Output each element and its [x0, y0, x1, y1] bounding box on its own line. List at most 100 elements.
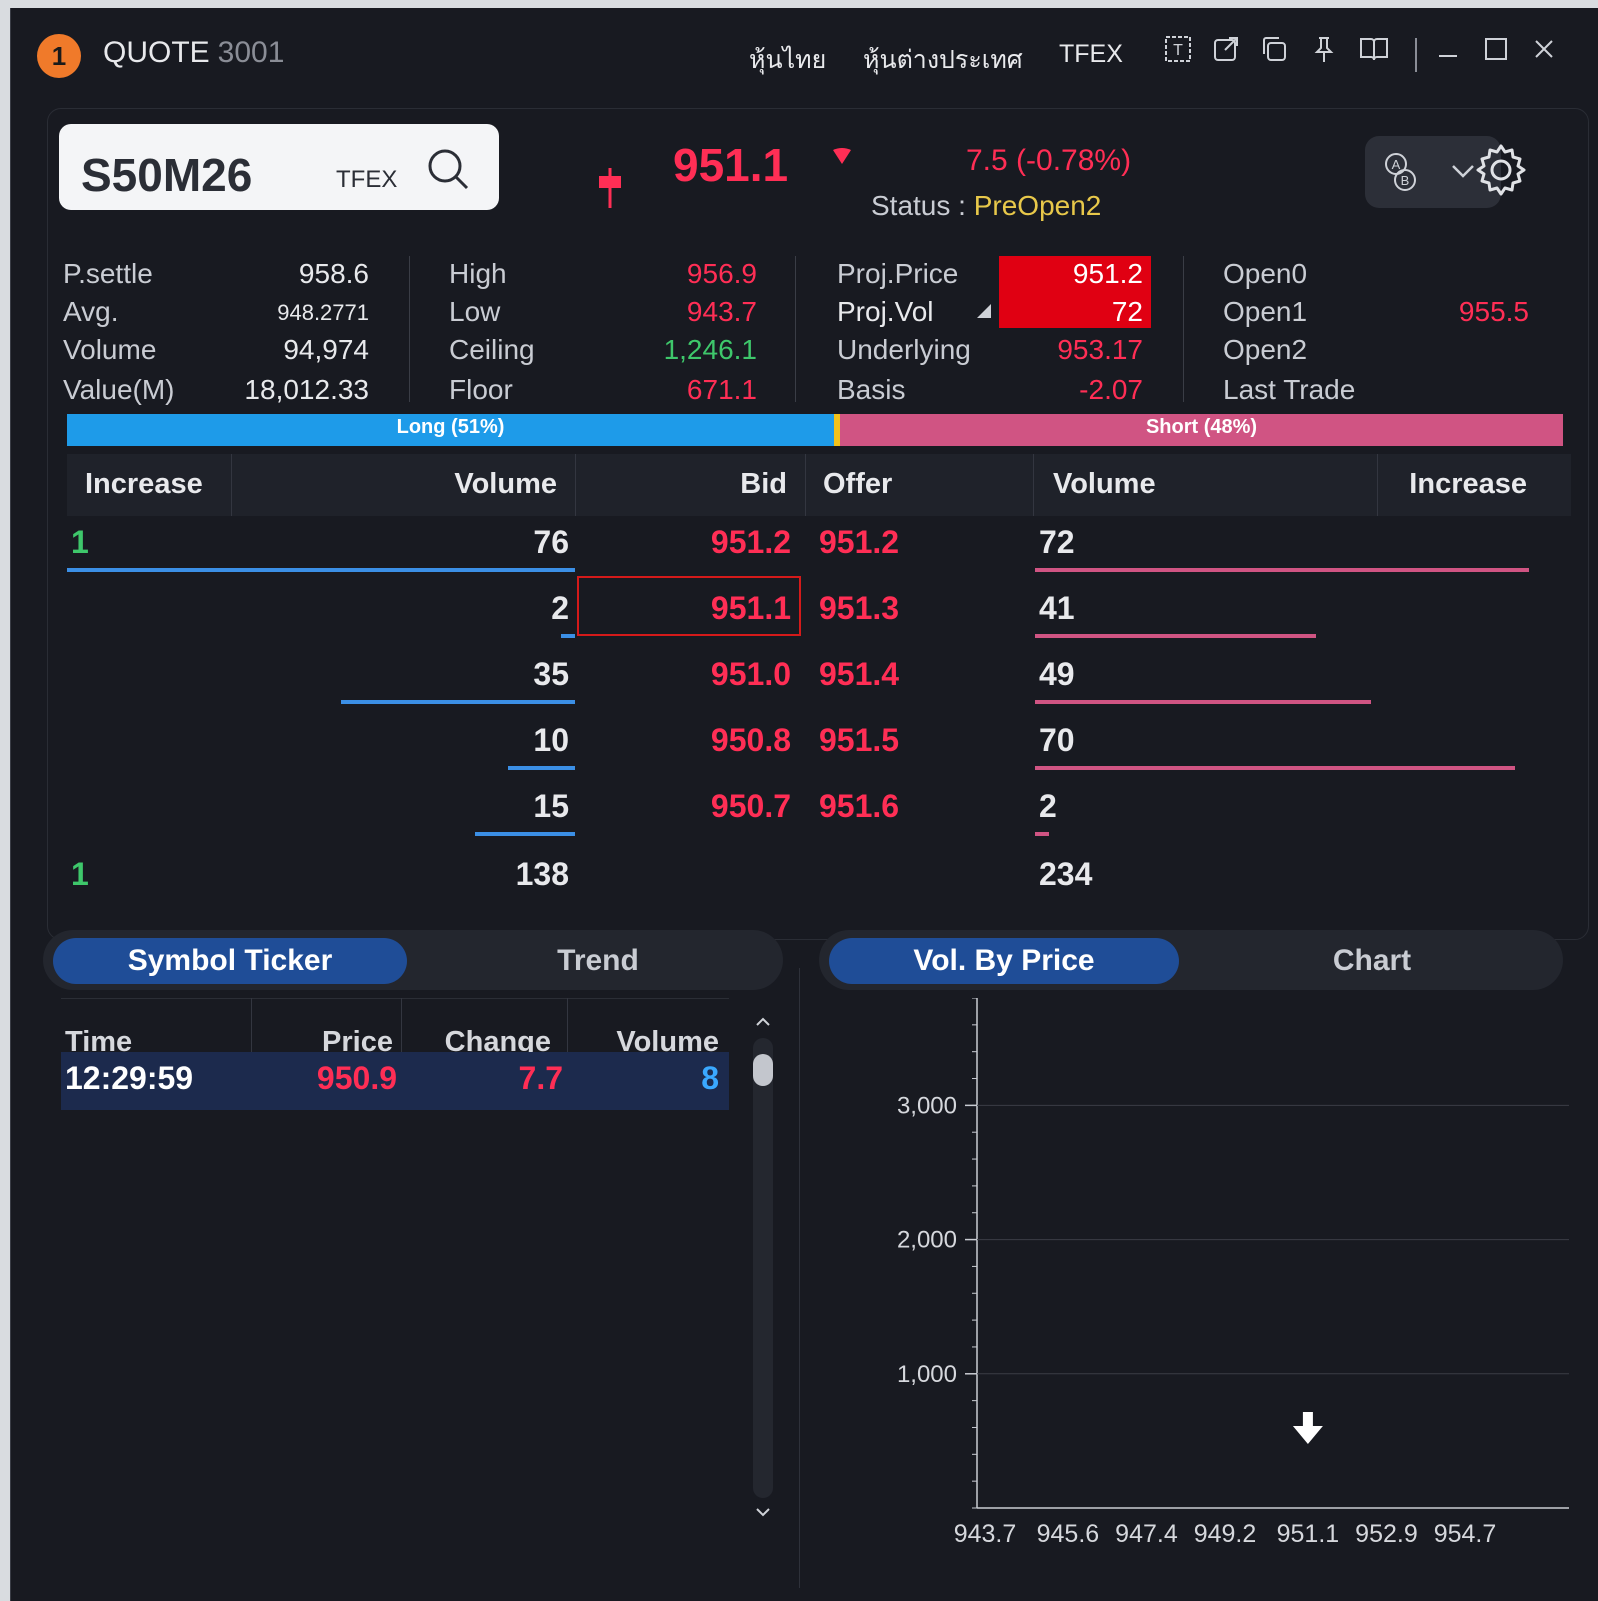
ticker-scrollbar[interactable] [753, 1038, 773, 1498]
minimize-icon[interactable] [1431, 34, 1465, 68]
tab-trend[interactable]: Trend [421, 938, 775, 984]
long-ratio-label: Long (51%) [396, 416, 505, 438]
ticker-scroll-thumb[interactable] [753, 1054, 773, 1086]
header-divider [1033, 454, 1034, 516]
quote-panel [47, 108, 1589, 940]
stat-value: 951.2 [1072, 258, 1143, 289]
col-offer: Offer [823, 468, 893, 500]
nav-thai-stocks[interactable]: หุ้นไทย [749, 40, 826, 80]
book-icon[interactable] [1357, 34, 1391, 68]
svg-text:B: B [1401, 173, 1410, 188]
bid-price: 951.0 [710, 656, 791, 692]
col-bid-volume: Volume [454, 468, 557, 500]
bid-increase: 1 [71, 524, 89, 560]
last-price: 951.1 [673, 139, 789, 191]
nav-tfex[interactable]: TFEX [1059, 40, 1123, 69]
bid-volume: 10 [533, 722, 569, 758]
offer-volume: 41 [1039, 590, 1075, 626]
duplicate-icon[interactable] [1257, 34, 1291, 68]
vol-by-price-chart: 1,000 2,000 3,000 943.7 945.6 947.4 949.2 951.1… [829, 997, 1589, 1558]
offer-price: 951.2 [819, 524, 900, 560]
bottom-divider [799, 968, 800, 1588]
proj-vol-corner-icon [977, 304, 991, 323]
stat-value: 953.17 [1057, 334, 1143, 365]
bid-price: 951.2 [710, 524, 791, 560]
symbol-code[interactable]: S50M26 [81, 148, 252, 202]
short-ratio-label: Short (48%) [1145, 416, 1258, 438]
text-mode-icon[interactable]: T [1161, 34, 1195, 68]
window-number-badge: 1 [37, 34, 81, 78]
price-change: 7.5 (-0.78%) [966, 144, 1132, 177]
bid-price: 950.7 [710, 788, 791, 824]
search-icon[interactable] [425, 146, 471, 197]
stat-label: Last Trade [1223, 374, 1356, 405]
offer-volume-bar [1035, 634, 1316, 638]
bid-volume-bar [341, 700, 575, 704]
x-tick-label: 943.7 [954, 1520, 1017, 1548]
bid-volume: 35 [533, 656, 569, 692]
quote-window: 1 QUOTE 3001 หุ้นไทย หุ้นต่างประเทศ TFEX … [10, 8, 1598, 1601]
settings-gear-icon[interactable] [1473, 142, 1529, 203]
window-title-text: QUOTE [103, 36, 210, 69]
stat-label: Low [449, 296, 501, 327]
price-down-icon [831, 146, 853, 173]
stat-label: Underlying [837, 334, 971, 365]
offer-price: 951.3 [819, 590, 900, 626]
stat-label: Open0 [1223, 258, 1308, 289]
ticker-time: 12:29:59 [65, 1060, 194, 1096]
bid-volume-bar [67, 568, 575, 572]
offer-volume-bar [1035, 766, 1515, 770]
offer-volume: 2 [1039, 788, 1057, 824]
y-tick-label: 1,000 [897, 1361, 957, 1388]
tab-chart[interactable]: Chart [1197, 938, 1547, 984]
maximize-icon[interactable] [1479, 34, 1513, 68]
col-bid: Bid [740, 468, 787, 500]
total-offer-volume: 234 [1039, 856, 1093, 892]
stat-label: Ceiling [449, 334, 535, 365]
header-divider [575, 454, 576, 516]
col-offer-increase: Increase [1409, 468, 1527, 500]
y-tick-label: 3,000 [897, 1092, 957, 1119]
stat-value: 958.6 [298, 258, 369, 289]
scroll-down-icon[interactable] [753, 1502, 773, 1527]
svg-text:T: T [1173, 42, 1183, 59]
col-offer-volume: Volume [1053, 468, 1156, 500]
ticker-price: 950.9 [316, 1060, 397, 1096]
status-label: Status : [871, 190, 966, 221]
current-price-arrow-icon [1292, 1412, 1323, 1444]
stat-value: 94,974 [283, 334, 369, 365]
stat-value: 955.5 [1458, 296, 1529, 327]
x-tick-label: 949.2 [1194, 1520, 1257, 1548]
stat-label: Avg. [63, 296, 119, 327]
ticker-volume: 8 [701, 1060, 719, 1096]
offer-volume-bar [1035, 568, 1529, 572]
nav-foreign-stocks[interactable]: หุ้นต่างประเทศ [863, 40, 1023, 80]
stat-value: 948.2771 [277, 300, 369, 325]
stat-label: P.settle [63, 258, 153, 289]
offer-volume: 70 [1039, 722, 1075, 758]
scroll-up-icon[interactable] [753, 1012, 773, 1037]
stat-label: Proj.Vol [837, 296, 934, 327]
offer-volume: 49 [1039, 656, 1075, 692]
bid-volume-bar [508, 766, 575, 770]
bid-volume: 2 [551, 590, 569, 626]
stats-divider [1183, 256, 1184, 402]
window-title: QUOTE 3001 [103, 36, 284, 70]
close-icon[interactable] [1527, 34, 1561, 68]
candle-icon [597, 168, 623, 213]
tab-symbol-ticker[interactable]: Symbol Ticker [53, 938, 407, 984]
header-divider [805, 454, 806, 516]
y-tick-label: 2,000 [897, 1227, 957, 1254]
stat-label: Value(M) [63, 374, 175, 405]
bid-volume: 76 [533, 524, 569, 560]
titlebar-divider [1415, 38, 1417, 72]
market-status: Status : PreOpen2 [871, 190, 1101, 222]
pin-icon[interactable] [1307, 34, 1341, 68]
popout-icon[interactable] [1209, 34, 1243, 68]
offer-price: 951.5 [819, 722, 900, 758]
tab-vol-by-price[interactable]: Vol. By Price [829, 938, 1179, 984]
total-bid-volume: 138 [515, 856, 569, 892]
last-price-marker [577, 576, 801, 636]
stat-value: 72 [1111, 296, 1143, 327]
x-tick-label: 945.6 [1037, 1520, 1100, 1548]
